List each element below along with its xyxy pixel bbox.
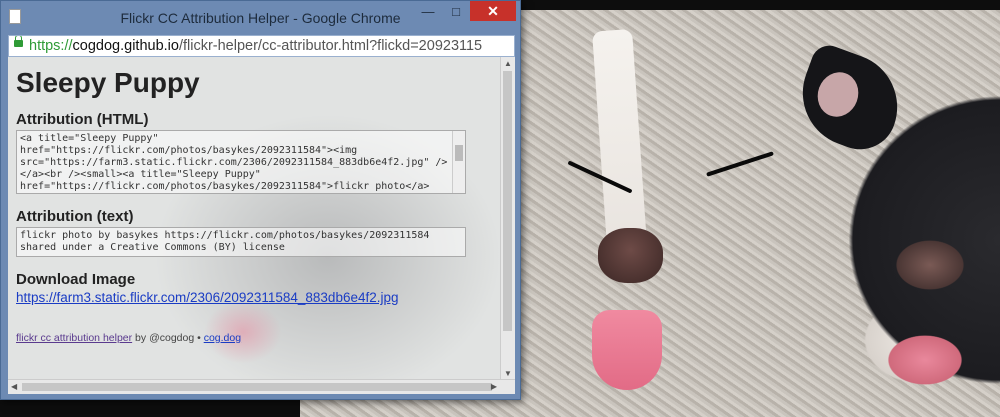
puppy-tongue xyxy=(592,310,662,390)
vertical-scrollbar[interactable]: ▲ ▼ xyxy=(500,57,515,380)
download-image-link[interactable]: https://farm3.static.flickr.com/2306/209… xyxy=(16,290,486,305)
attribution-text-code: flickr photo by basykes https://flickr.c… xyxy=(20,230,430,253)
attribution-html-textarea[interactable]: <a title="Sleepy Puppy" href="https://fl… xyxy=(16,130,466,194)
scroll-right-arrow-icon[interactable]: ▶ xyxy=(491,382,497,391)
chrome-window: Flickr CC Attribution Helper - Google Ch… xyxy=(0,0,521,400)
scroll-down-arrow-icon[interactable]: ▼ xyxy=(504,369,512,378)
window-titlebar[interactable]: Flickr CC Attribution Helper - Google Ch… xyxy=(1,1,520,35)
footer-helper-link[interactable]: flickr cc attribution helper xyxy=(16,332,132,344)
puppy-white-blaze xyxy=(592,28,648,262)
lock-icon xyxy=(14,36,23,47)
footer-by-text: by @cogdog • xyxy=(132,332,204,344)
download-image-label: Download Image xyxy=(16,271,136,288)
address-bar[interactable]: https://cogdog.github.io/flickr-helper/c… xyxy=(8,35,515,57)
horizontal-scroll-thumb[interactable] xyxy=(22,383,492,391)
attribution-text-label: Attribution (text) xyxy=(16,208,134,225)
minimize-button[interactable]: — xyxy=(414,1,442,21)
footer-cogdog-link[interactable]: cog.dog xyxy=(204,332,241,344)
horizontal-scrollbar[interactable]: ◀ ▶ xyxy=(8,379,515,394)
maximize-button[interactable]: □ xyxy=(442,1,470,21)
page-content: Sleepy Puppy Attribution (HTML) <a title… xyxy=(8,57,515,394)
attribution-text-textarea[interactable]: flickr photo by basykes https://flickr.c… xyxy=(16,227,466,257)
url-host: cogdog.github.io xyxy=(72,38,179,54)
attribution-html-label: Attribution (HTML) xyxy=(16,111,149,128)
page-footer: flickr cc attribution helper by @cogdog … xyxy=(16,332,241,344)
url-text[interactable]: https://cogdog.github.io/flickr-helper/c… xyxy=(29,38,482,54)
close-button[interactable]: ✕ xyxy=(470,1,516,21)
content-inner: Sleepy Puppy Attribution (HTML) <a title… xyxy=(16,57,486,305)
page-title: Sleepy Puppy xyxy=(16,67,200,98)
window-controls: — □ ✕ xyxy=(414,1,516,21)
puppy-eye-right xyxy=(706,151,774,177)
textarea-scrollbar[interactable] xyxy=(452,131,465,193)
url-scheme: https:// xyxy=(29,38,73,54)
scroll-up-arrow-icon[interactable]: ▲ xyxy=(504,59,512,68)
textarea-scroll-thumb[interactable] xyxy=(455,145,463,161)
url-path: /flickr-helper/cc-attributor.html?flickd… xyxy=(178,38,483,54)
puppy-nose xyxy=(598,228,663,283)
vertical-scroll-thumb[interactable] xyxy=(503,71,512,331)
attribution-html-code: <a title="Sleepy Puppy" href="https://fl… xyxy=(20,133,448,192)
scroll-left-arrow-icon[interactable]: ◀ xyxy=(11,382,17,391)
